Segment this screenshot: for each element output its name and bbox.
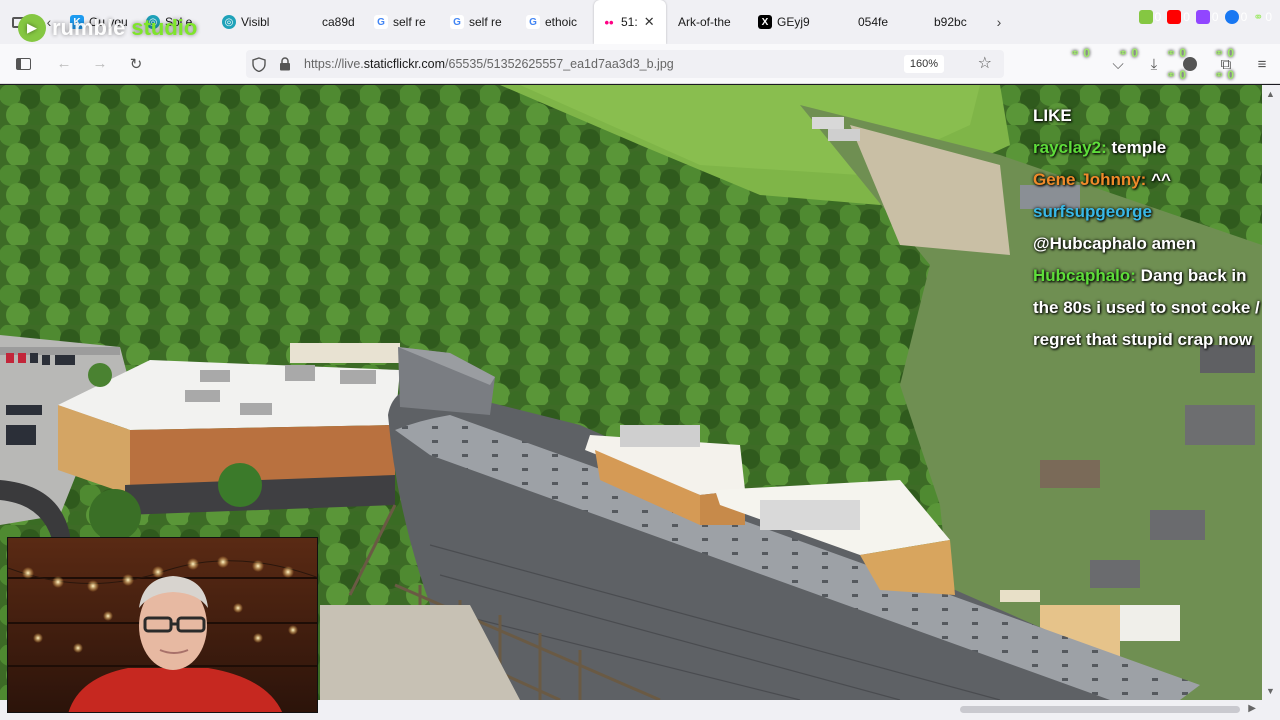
brand-word-studio: studio (131, 15, 198, 40)
rumble-play-icon: ▶ (18, 14, 46, 42)
link-counter: ⚭ 0 (1214, 46, 1235, 60)
chat-username: Hubcaphalo: (1033, 266, 1136, 285)
chat-username: Gene Johnny: (1033, 170, 1147, 189)
tab-ethoic[interactable]: G ethoic (518, 0, 594, 44)
flickr-icon: •• (604, 14, 614, 30)
chat-username: rayclay2: (1033, 138, 1107, 157)
bookmark-star-icon[interactable]: ☆ (978, 53, 992, 73)
tab-label: 51: (621, 15, 638, 29)
tab-label: ethoic (545, 15, 578, 29)
chat-message: rayclay2: temple (1033, 132, 1273, 164)
chat-message: Gene Johnny: ^^ (1033, 164, 1273, 196)
chat-text: @Hubcaphalo amen (1033, 234, 1196, 253)
horizontal-scroll-thumb[interactable] (960, 706, 1240, 713)
tab-label: self re (393, 15, 426, 29)
rumble-studio-logo: ▶ rumble studio (18, 14, 197, 42)
google-icon: G (450, 15, 464, 29)
tab-label: Visibl (241, 15, 270, 29)
tab-label: ca89d (322, 15, 355, 29)
chat-text: temple (1106, 138, 1167, 157)
tab-label: self re (469, 15, 502, 29)
arrow-left-icon: ← (56, 55, 72, 72)
sidebar-toggle-button[interactable] (0, 44, 46, 84)
chat-message: surfsupgeorge (1033, 196, 1273, 228)
tab-visibl[interactable]: ◎ Visibl (214, 0, 294, 44)
tab-b92bc[interactable]: b92bc (914, 0, 986, 44)
facebook-icon (1224, 10, 1239, 24)
social-counter-facebook: 0 (1224, 10, 1247, 24)
x-icon: X (758, 15, 772, 29)
forward-button[interactable]: → (82, 44, 118, 84)
tab-054fe[interactable]: 054fe (830, 0, 914, 44)
chat-message: @Hubcaphalo amen (1033, 228, 1273, 260)
url-host: staticflickr.com (363, 57, 446, 71)
social-counter-twitch: 0 (1195, 10, 1219, 24)
social-counter-youtube: 0 (1167, 10, 1190, 24)
reload-button[interactable]: ↻ (118, 44, 154, 84)
social-counters: 0 0 0 0 ⚭ 0 (1138, 10, 1272, 24)
close-tab-icon[interactable]: ✕ (644, 14, 655, 30)
tab-geyj9[interactable]: X GEyj9 (750, 0, 830, 44)
vertical-scrollbar[interactable]: ▲ ▼ (1262, 85, 1280, 700)
scroll-tabs-right-button[interactable]: › (986, 0, 1012, 44)
twitch-icon (1195, 10, 1210, 24)
link-counter: ⚭ 0 (1118, 46, 1139, 60)
link-counters: ⚭ 0 ⚭ 0 ⚭ 0 ⚭ 0 ⚭ 0 ⚭ 0 (1070, 46, 1262, 82)
tab-flickr-active[interactable]: •• 51: ✕ (594, 0, 666, 44)
scroll-down-icon[interactable]: ▼ (1266, 686, 1275, 696)
zoom-level-button[interactable]: 160% (903, 55, 944, 73)
chat-text: ^^ (1146, 170, 1171, 189)
arrow-right-icon: → (92, 55, 108, 72)
google-icon: G (374, 15, 388, 29)
link-counter: ⚭ 0 (1166, 68, 1187, 82)
chat-message: Hubcaphalo: Dang back in the 80s i used … (1033, 260, 1273, 356)
chevron-right-icon: › (996, 14, 1002, 30)
tab-ark-of-the[interactable]: Ark-of-the (666, 0, 750, 44)
tracking-protection-icon[interactable] (246, 56, 272, 72)
url-path: /65535/51352625557_ea1d7aa3d3_b.jpg (445, 57, 674, 71)
tab-label: b92bc (934, 15, 967, 29)
url-text[interactable]: https://live.staticflickr.com/65535/5135… (304, 57, 674, 71)
tab-self-re-1[interactable]: G self re (366, 0, 442, 44)
url-prefix: https://live. (304, 57, 364, 71)
social-counter-link: ⚭ 0 (1253, 10, 1272, 24)
youtube-icon (1167, 10, 1182, 24)
screen: ‹ K Ou you ◎ Sol e ◎ Visibl ca89d G self… (0, 0, 1280, 720)
webcam-feed (7, 537, 318, 713)
chat-message: LIKE (1033, 106, 1072, 125)
sidebar-icon (15, 57, 31, 70)
tab-ca89d[interactable]: ca89d (294, 0, 366, 44)
tab-favicon-icon: ◎ (222, 15, 236, 29)
link-counter: ⚭ 0 (1166, 46, 1187, 60)
brand-word-rumble: rumble (52, 15, 126, 40)
live-chat-overlay: LIKE rayclay2: temple Gene Johnny: ^^ su… (1033, 100, 1273, 356)
link-counter: ⚭ 0 (1070, 46, 1091, 60)
back-button[interactable]: ← (46, 44, 82, 84)
rumble-icon (1138, 10, 1153, 24)
scroll-up-icon[interactable]: ▲ (1266, 89, 1275, 99)
tab-self-re-2[interactable]: G self re (442, 0, 518, 44)
tab-label: 054fe (858, 15, 889, 29)
social-counter-rumble: 0 (1138, 10, 1161, 24)
tab-label: Ark-of-the (678, 15, 731, 29)
link-icon: ⚭ (1253, 10, 1264, 24)
scroll-right-icon[interactable]: ▶ (1248, 703, 1256, 714)
url-bar[interactable]: https://live.staticflickr.com/65535/5135… (246, 50, 1004, 78)
tab-label: GEyj9 (777, 15, 810, 29)
google-icon: G (526, 15, 540, 29)
reload-icon: ↻ (129, 55, 143, 73)
webcam-image (8, 538, 317, 712)
lock-icon[interactable] (272, 57, 298, 71)
chat-username: surfsupgeorge (1033, 202, 1153, 221)
link-counter: ⚭ 0 (1214, 68, 1235, 82)
